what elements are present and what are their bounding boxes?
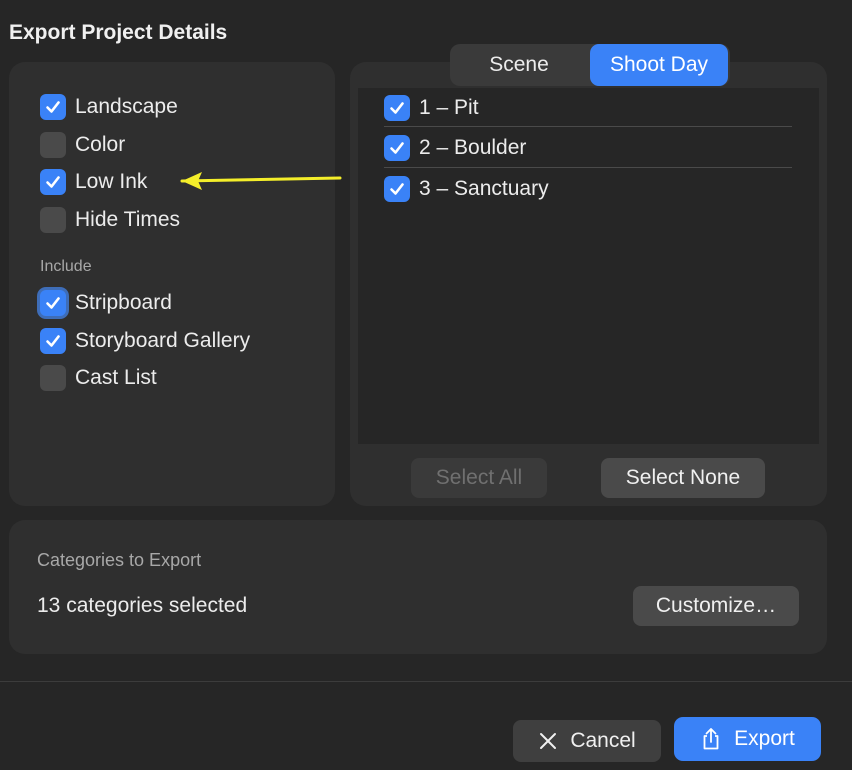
options-panel <box>9 62 335 506</box>
list-item[interactable]: 1 – Pit <box>384 88 792 128</box>
option-landscape[interactable]: Landscape <box>40 92 178 122</box>
checkbox-hide-times[interactable] <box>40 207 66 233</box>
list-item[interactable]: 2 – Boulder <box>384 128 792 168</box>
shoot-day-list[interactable]: 1 – Pit 2 – Boulder 3 – Sanctuary <box>358 88 819 444</box>
include-label: Cast List <box>75 366 157 389</box>
footer-divider <box>0 681 852 682</box>
checkbox-color[interactable] <box>40 132 66 158</box>
customize-button[interactable]: Customize… <box>633 586 799 626</box>
share-icon <box>700 727 722 751</box>
include-stripboard[interactable]: Stripboard <box>40 288 172 318</box>
include-label: Stripboard <box>75 291 172 314</box>
option-low-ink[interactable]: Low Ink <box>40 167 147 197</box>
list-divider <box>384 167 792 168</box>
segment-shoot-day[interactable]: Shoot Day <box>590 44 728 86</box>
list-item-label: 1 – Pit <box>419 96 479 119</box>
option-label: Color <box>75 133 126 156</box>
option-label: Low Ink <box>75 170 148 193</box>
export-label: Export <box>734 727 795 750</box>
checkbox-low-ink[interactable] <box>40 169 66 195</box>
checkbox-day-1[interactable] <box>384 95 410 121</box>
checkmark-icon <box>46 297 60 309</box>
cancel-label: Cancel <box>570 729 636 752</box>
option-color[interactable]: Color <box>40 130 125 160</box>
close-icon <box>538 731 558 751</box>
checkmark-icon <box>46 335 60 347</box>
checkmark-icon <box>46 101 60 113</box>
categories-label: Categories to Export <box>37 550 202 570</box>
include-section-label: Include <box>40 258 92 275</box>
annotation-arrow <box>180 172 342 190</box>
include-label: Storyboard Gallery <box>75 329 251 352</box>
view-segmented-control[interactable]: Scene Shoot Day <box>450 44 730 86</box>
checkbox-landscape[interactable] <box>40 94 66 120</box>
checkbox-day-2[interactable] <box>384 135 410 161</box>
list-item-label: 3 – Sanctuary <box>419 177 549 200</box>
checkmark-icon <box>46 176 60 188</box>
list-divider <box>384 126 792 127</box>
checkbox-cast-list[interactable] <box>40 365 66 391</box>
export-button[interactable]: Export <box>674 717 821 761</box>
dialog-title: Export Project Details <box>9 21 228 44</box>
checkmark-icon <box>390 183 404 195</box>
checkbox-storyboard-gallery[interactable] <box>40 328 66 354</box>
include-storyboard-gallery[interactable]: Storyboard Gallery <box>40 326 250 356</box>
checkbox-stripboard[interactable] <box>40 290 66 316</box>
option-label: Landscape <box>75 95 178 118</box>
list-item-label: 2 – Boulder <box>419 136 527 159</box>
select-all-button[interactable]: Select All <box>411 458 547 498</box>
list-item[interactable]: 3 – Sanctuary <box>384 169 792 209</box>
include-cast-list[interactable]: Cast List <box>40 363 157 393</box>
checkbox-day-3[interactable] <box>384 176 410 202</box>
option-label: Hide Times <box>75 208 181 231</box>
checkmark-icon <box>390 102 404 114</box>
select-none-button[interactable]: Select None <box>601 458 765 498</box>
option-hide-times[interactable]: Hide Times <box>40 205 180 235</box>
categories-count: 13 categories selected <box>37 594 248 617</box>
checkmark-icon <box>390 142 404 154</box>
cancel-button[interactable]: Cancel <box>513 720 661 762</box>
segment-scene[interactable]: Scene <box>450 44 588 86</box>
